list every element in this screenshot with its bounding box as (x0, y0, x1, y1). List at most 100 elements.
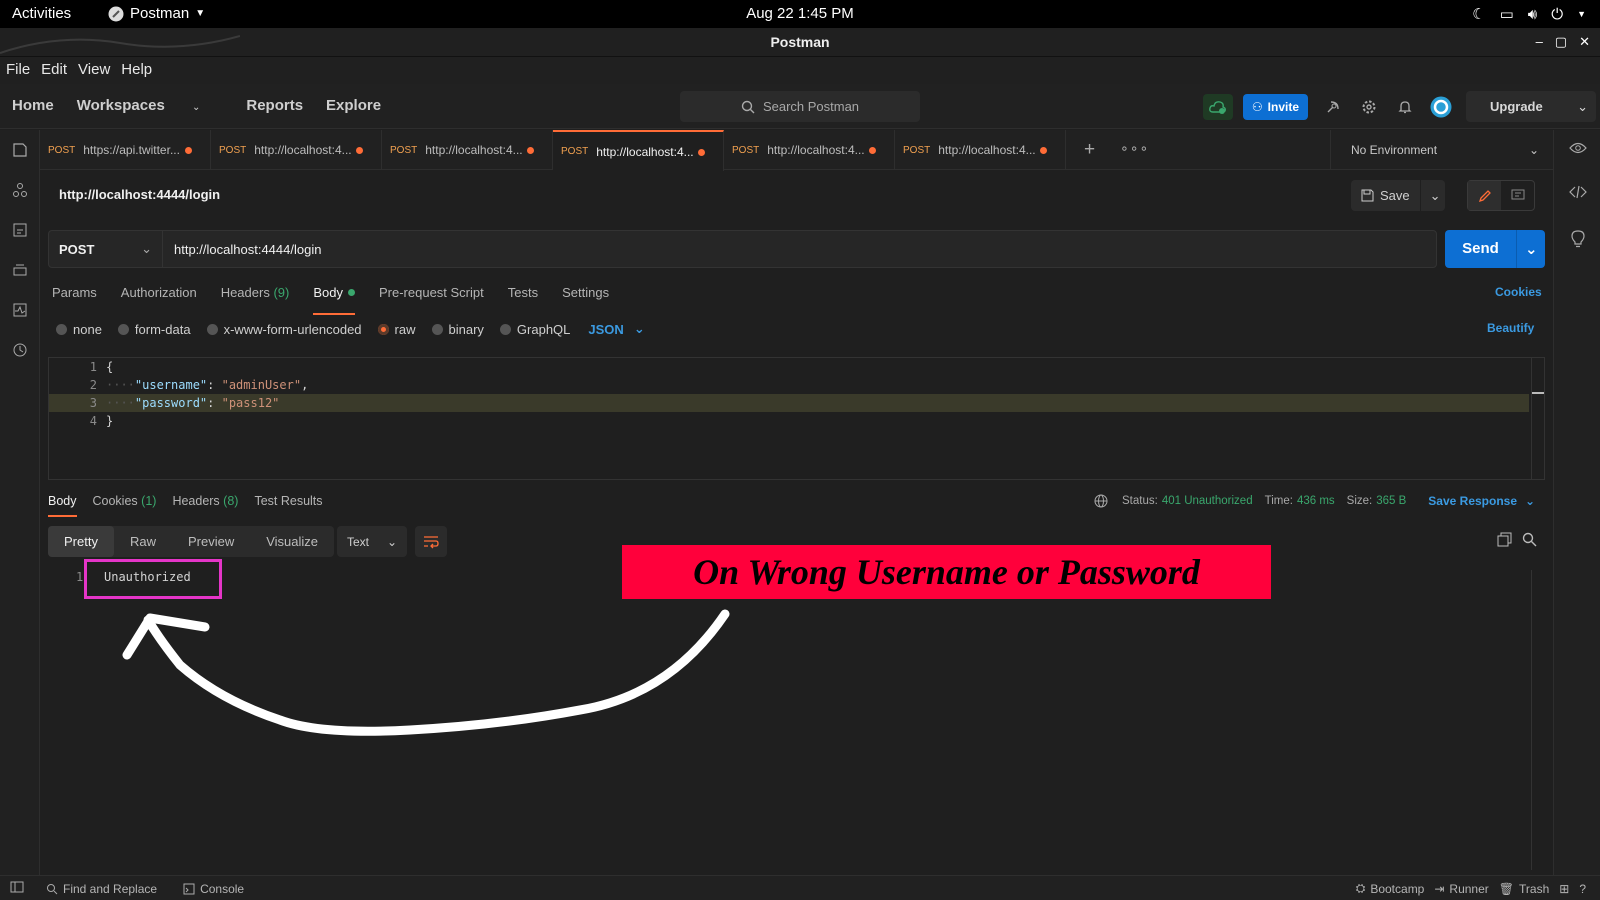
response-scrollbar[interactable] (1531, 570, 1532, 870)
view-pretty[interactable]: Pretty (48, 526, 114, 557)
body-type-graphql[interactable]: GraphQL (499, 322, 570, 337)
tab-method: POST (732, 144, 760, 156)
environments-icon[interactable] (12, 222, 28, 238)
headers-count: (9) (273, 285, 290, 300)
upgrade-button[interactable]: Upgrade ⌄ (1466, 91, 1596, 122)
satellite-icon[interactable] (1322, 96, 1344, 118)
body-type-form-data[interactable]: form-data (117, 322, 191, 337)
body-type-urlencoded[interactable]: x-www-form-urlencoded (206, 322, 362, 337)
request-tab[interactable]: POST http://localhost:4... (724, 130, 895, 170)
request-tab-active[interactable]: POST http://localhost:4... (553, 130, 724, 171)
runner-button[interactable]: ⇥ Runner (1434, 882, 1488, 896)
new-tab-plus-icon[interactable]: + (1084, 139, 1095, 161)
activities-button[interactable]: Activities (12, 5, 71, 22)
view-raw[interactable]: Raw (114, 526, 172, 557)
menu-file[interactable]: File (6, 57, 37, 84)
system-tray[interactable]: ☾ ▭ 🔊︎ ⏻ ▼ (1472, 5, 1586, 24)
editor-scrollbar[interactable] (1531, 358, 1532, 479)
help-icon[interactable]: ? (1579, 882, 1586, 896)
search-response-icon[interactable] (1522, 532, 1537, 547)
response-headers-count: (8) (223, 494, 239, 508)
tab-tests[interactable]: Tests (508, 285, 538, 309)
request-tab[interactable]: POST https://api.twitter... (40, 130, 211, 170)
save-response-button[interactable]: Save Response ⌄ (1428, 494, 1535, 508)
response-tab-test-results[interactable]: Test Results (254, 494, 322, 508)
copy-icon[interactable] (1497, 532, 1512, 547)
send-options-chevron-icon[interactable]: ⌄ (1517, 240, 1538, 258)
environment-selector[interactable]: No Environment ⌄ (1330, 130, 1553, 170)
tab-pre-request-script[interactable]: Pre-request Script (379, 285, 484, 309)
clock[interactable]: Aug 22 1:45 PM (0, 5, 1600, 22)
wrap-lines-button[interactable] (415, 526, 447, 557)
tab-headers[interactable]: Headers (9) (221, 285, 290, 309)
request-tab[interactable]: POST http://localhost:4... (382, 130, 553, 170)
search-input[interactable]: Search Postman (680, 91, 920, 122)
history-icon[interactable] (12, 342, 28, 358)
layout-grid-icon[interactable]: ⊞ (1559, 882, 1569, 896)
body-type-binary[interactable]: binary (431, 322, 484, 337)
find-replace-button[interactable]: Find and Replace (46, 882, 157, 896)
beautify-link[interactable]: Beautify (1487, 321, 1534, 335)
url-input[interactable]: http://localhost:4444/login (163, 231, 321, 267)
app-menu[interactable]: Postman ▼ (108, 5, 205, 22)
tab-params[interactable]: Params (52, 285, 97, 309)
method-select[interactable]: POST ⌄ (49, 231, 163, 267)
send-button[interactable]: Send (1445, 230, 1517, 268)
view-visualize[interactable]: Visualize (250, 526, 334, 557)
minimize-icon[interactable]: – (1536, 34, 1543, 50)
globe-icon[interactable] (1094, 494, 1108, 508)
body-type-none[interactable]: none (56, 322, 102, 337)
response-format-select[interactable]: Text ⌄ (337, 526, 407, 557)
monitors-icon[interactable] (12, 302, 28, 318)
comments-icon[interactable] (1501, 181, 1534, 210)
body-type-raw[interactable]: raw (377, 322, 416, 337)
save-button[interactable]: Save (1351, 180, 1421, 211)
nav-explore[interactable]: Explore (326, 97, 381, 114)
editor-scrollbar-thumb[interactable] (1532, 392, 1544, 394)
bootcamp-button[interactable]: ⛭ Bootcamp (1356, 881, 1425, 896)
collections-icon[interactable] (12, 142, 28, 158)
apis-icon[interactable] (12, 182, 28, 198)
tab-settings[interactable]: Settings (562, 285, 609, 309)
notification-bell-icon[interactable] (1394, 96, 1416, 118)
console-button[interactable]: Console (183, 882, 244, 896)
code-icon[interactable] (1569, 185, 1587, 199)
view-preview[interactable]: Preview (172, 526, 250, 557)
cookies-link[interactable]: Cookies (1495, 285, 1542, 299)
response-size[interactable]: Size: 365 B (1347, 495, 1407, 507)
raw-format-select[interactable]: JSON ⌄ (588, 321, 644, 337)
nav-reports[interactable]: Reports (246, 97, 303, 114)
response-tab-cookies[interactable]: Cookies (1) (93, 494, 157, 508)
response-tab-body[interactable]: Body (48, 494, 77, 517)
sync-status-button[interactable] (1202, 93, 1233, 120)
settings-gear-icon[interactable] (1358, 96, 1380, 118)
lightbulb-icon[interactable] (1570, 230, 1586, 248)
nav-workspaces[interactable]: Workspaces ⌄ (77, 97, 224, 114)
menu-edit[interactable]: Edit (41, 57, 74, 84)
edit-pencil-icon[interactable] (1468, 181, 1501, 210)
save-options-chevron-icon[interactable]: ⌄ (1421, 188, 1441, 204)
request-tab[interactable]: POST http://localhost:4... (895, 130, 1066, 170)
response-time[interactable]: Time: 436 ms (1265, 495, 1335, 507)
cloud-sync-icon (1209, 100, 1226, 114)
tab-body[interactable]: Body (313, 285, 355, 315)
tab-authorization[interactable]: Authorization (121, 285, 197, 309)
maximize-icon[interactable]: ▢ (1555, 34, 1567, 50)
invite-button[interactable]: ⚇ Invite (1242, 93, 1308, 120)
system-top-bar: Activities Postman ▼ Aug 22 1:45 PM ☾ ▭ … (0, 0, 1600, 28)
request-body-editor[interactable]: 1 { 2 ····"username": "adminUser", 3 ···… (48, 357, 1545, 480)
close-icon[interactable]: ✕ (1579, 34, 1590, 50)
nav-home[interactable]: Home (12, 97, 54, 114)
menu-view[interactable]: View (78, 57, 117, 84)
response-status[interactable]: Status: 401 Unauthorized (1122, 495, 1253, 507)
menu-help[interactable]: Help (121, 57, 159, 84)
request-tab[interactable]: POST http://localhost:4... (211, 130, 382, 170)
trash-button[interactable]: 🗑︎ Trash (1499, 882, 1549, 896)
sidebar-toggle-icon[interactable] (10, 881, 24, 896)
response-tab-headers[interactable]: Headers (8) (172, 494, 238, 508)
mock-servers-icon[interactable] (12, 262, 28, 278)
request-title[interactable]: http://localhost:4444/login (59, 187, 220, 202)
more-tabs-icon[interactable]: ∘∘∘ (1120, 140, 1149, 157)
eye-icon[interactable] (1569, 142, 1587, 154)
avatar[interactable] (1430, 96, 1452, 118)
